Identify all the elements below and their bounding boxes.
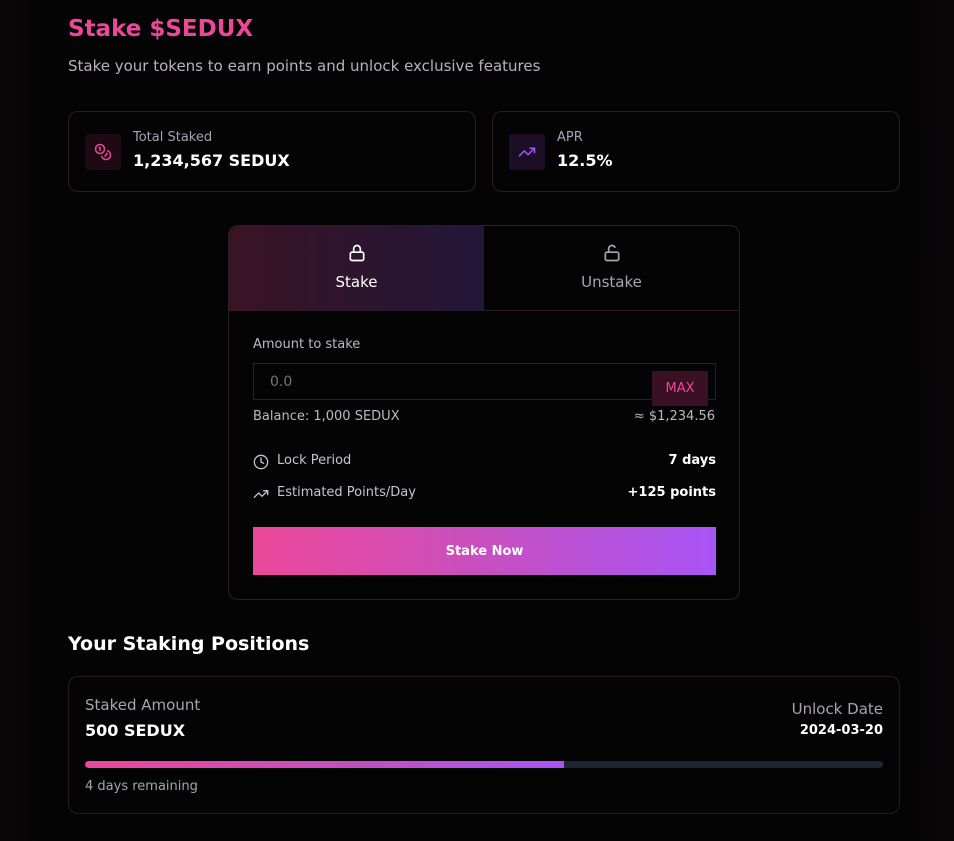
max-button[interactable]: MAX — [652, 371, 708, 406]
staked-amount-label: Staked Amount — [85, 696, 201, 714]
tab-stake[interactable]: Stake — [229, 226, 484, 311]
tab-stake-label: Stake — [335, 273, 378, 291]
points-label: Estimated Points/Day — [277, 485, 416, 500]
points-row: Estimated Points/Day +125 points — [253, 484, 716, 504]
lock-icon — [347, 243, 367, 263]
lock-progress-bar — [85, 761, 883, 768]
coins-icon — [85, 134, 121, 170]
usd-value: ≈ $1,234.56 — [633, 409, 715, 424]
trending-up-icon — [509, 134, 545, 170]
lock-period-label: Lock Period — [277, 453, 352, 468]
amount-input[interactable] — [254, 364, 644, 399]
total-staked-value: 1,234,567 SEDUX — [133, 151, 290, 170]
apr-value: 12.5% — [557, 151, 613, 170]
amount-label: Amount to stake — [253, 337, 361, 352]
page-title: Stake $SEDUX — [68, 16, 254, 42]
unlock-date-label: Unlock Date — [791, 700, 883, 718]
lock-progress-fill — [85, 761, 564, 768]
points-value: +125 points — [627, 485, 716, 500]
lock-period-row: Lock Period 7 days — [253, 452, 716, 472]
balance-text: Balance: 1,000 SEDUX — [253, 409, 400, 424]
staking-page: Stake $SEDUX Stake your tokens to earn p… — [0, 0, 954, 841]
stake-tabs: Stake Unstake — [229, 226, 739, 311]
unlock-date-value: 2024-03-20 — [799, 723, 883, 738]
stake-now-button[interactable]: Stake Now — [253, 527, 716, 575]
apr-card: APR 12.5% — [492, 111, 900, 192]
trending-up-icon — [253, 486, 269, 502]
tab-unstake-label: Unstake — [581, 273, 642, 291]
days-remaining: 4 days remaining — [85, 779, 198, 794]
staking-position-card: Staked Amount 500 SEDUX Unlock Date 2024… — [68, 676, 900, 814]
staked-amount-value: 500 SEDUX — [85, 721, 186, 740]
positions-title: Your Staking Positions — [68, 633, 310, 655]
unlock-icon — [602, 243, 622, 263]
page-subtitle: Stake your tokens to earn points and unl… — [68, 57, 541, 75]
apr-label: APR — [557, 130, 583, 145]
tab-unstake[interactable]: Unstake — [484, 226, 739, 311]
total-staked-label: Total Staked — [133, 130, 213, 145]
clock-icon — [253, 454, 269, 470]
stake-panel: Stake Unstake Amount to stake MAX Balanc… — [228, 225, 740, 600]
lock-period-value: 7 days — [668, 453, 716, 468]
total-staked-card: Total Staked 1,234,567 SEDUX — [68, 111, 476, 192]
amount-field — [253, 363, 716, 400]
